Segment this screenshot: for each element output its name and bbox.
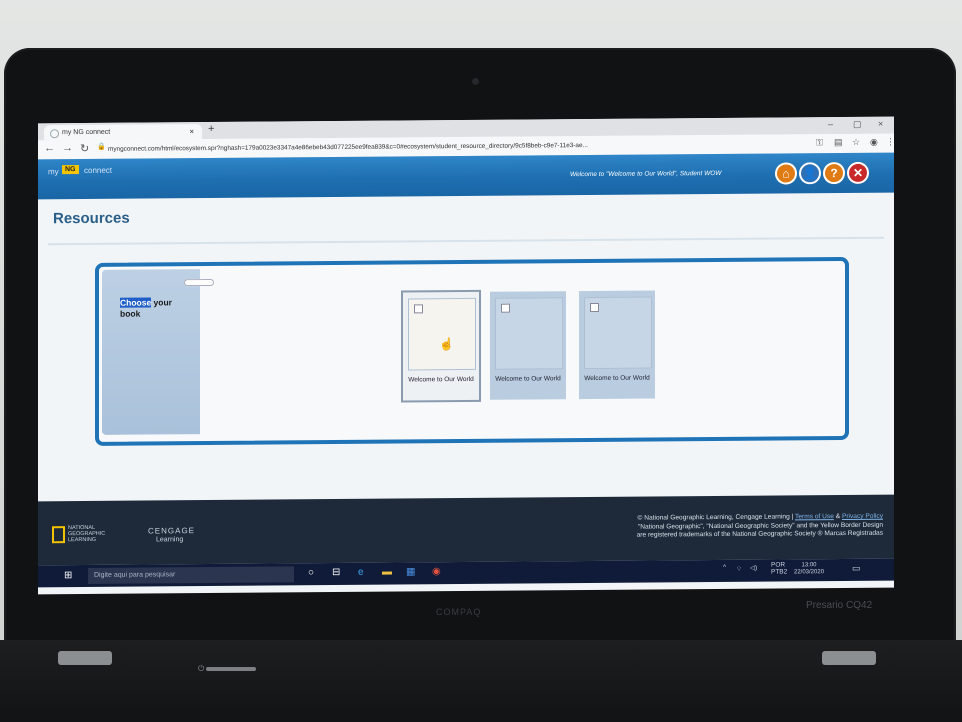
network-icon[interactable]: ⌔ <box>736 564 742 573</box>
logo-ng: NG <box>62 165 79 175</box>
legal-line-3: are registered trademarks of the Nationa… <box>636 529 883 539</box>
legal-text: © National Geographic Learning, Cengage … <box>523 513 883 541</box>
taskbar-search-input[interactable]: Digite aqui para pesquisar <box>88 566 294 584</box>
broken-image-icon <box>414 304 423 314</box>
book-cover <box>584 296 652 370</box>
ng-yellow-border-logo <box>52 526 65 544</box>
notifications-icon[interactable]: ▭ <box>852 563 861 574</box>
windows-start-icon[interactable]: ⊞ <box>64 570 72 581</box>
minimize-button[interactable]: – <box>828 119 833 129</box>
language-indicator[interactable]: POR PTB2 <box>771 561 787 575</box>
clock-date: 22/03/2020 <box>794 569 825 576</box>
file-explorer-icon[interactable]: ▬ <box>382 567 392 578</box>
hinge-right <box>822 651 876 665</box>
book-cover: ☝ <box>408 297 476 371</box>
tab-close-icon[interactable]: × <box>189 124 194 139</box>
back-arrow-icon[interactable]: ← <box>44 142 55 154</box>
broken-image-icon <box>501 303 510 313</box>
power-icon: ⏻ <box>198 664 205 673</box>
url-field[interactable]: myngconnect.com/html/ecosystem.spr?nghas… <box>108 137 808 155</box>
tab-favicon-icon <box>50 129 59 139</box>
choose-book-label: Choose your book <box>120 297 190 320</box>
legal-line-1: © National Geographic Learning, Cengage … <box>637 513 794 522</box>
laptop-base <box>0 640 962 722</box>
hand-cursor-icon: ☝ <box>439 337 454 352</box>
book-chooser-panel: Choose your book ☝ Welcome to Our World … <box>95 256 849 446</box>
help-icon[interactable]: ? <box>823 162 845 185</box>
legal-line-2: "National Geographic", "National Geograp… <box>637 521 883 531</box>
book-cover <box>495 297 563 370</box>
bookmark-star-icon[interactable]: ☆ <box>852 137 860 148</box>
language-sub: PTB2 <box>771 568 788 576</box>
title-divider <box>48 236 884 246</box>
hinge-left <box>58 651 112 665</box>
logo-my: my <box>48 167 59 177</box>
sidebar-toggle-handle[interactable] <box>184 278 214 287</box>
book-label: Welcome to Our World <box>495 375 561 383</box>
terms-of-use-link[interactable]: Terms of Use <box>795 513 834 520</box>
cengage-logo-sub: Learning <box>156 536 184 544</box>
book-card-1[interactable]: ☝ Welcome to Our World <box>401 289 481 403</box>
chrome-icon[interactable]: ◉ <box>432 566 441 577</box>
legal-amp: & <box>833 513 842 521</box>
search-placeholder: Digite aqui para pesquisar <box>94 571 176 579</box>
laptop-model-label: Presario CQ42 <box>806 600 873 611</box>
tab-title: my NG connect <box>62 128 111 137</box>
task-view-icon[interactable]: ⊟ <box>332 567 340 578</box>
webcam <box>472 78 479 85</box>
edge-icon[interactable]: e <box>358 567 364 578</box>
book-card-3[interactable]: Welcome to Our World <box>579 290 655 400</box>
power-light <box>206 667 256 671</box>
cortana-icon[interactable]: ○ <box>308 567 314 578</box>
menu-kebab-icon[interactable]: ⋮ <box>886 137 894 148</box>
forward-arrow-icon[interactable]: → <box>62 142 73 154</box>
taskbar-clock[interactable]: 13:00 22/03/2020 <box>794 562 824 576</box>
lock-icon: 🔒 <box>97 143 106 151</box>
book-label: Welcome to Our World <box>584 374 650 383</box>
word-icon[interactable]: ▦ <box>406 566 415 577</box>
broken-image-icon <box>590 302 599 313</box>
book-label: Welcome to Our World <box>408 375 474 384</box>
screen: my NG connect × + – ▢ × ← → ↻ 🔒 myngconn… <box>38 116 894 595</box>
extension-icon[interactable]: ▤ <box>834 137 843 148</box>
book-card-2[interactable]: Welcome to Our World <box>490 291 566 400</box>
panel-sidebar: Choose your book <box>102 269 214 435</box>
ng-logo-text: NATIONAL GEOGRAPHIC LEARNING <box>68 524 106 544</box>
reload-icon[interactable]: ↻ <box>80 142 89 155</box>
laptop-brand-label: COMPAQ <box>436 607 482 617</box>
welcome-text: Welcome to "Welcome to Our World", Stude… <box>570 169 722 179</box>
page-title: Resources <box>53 209 130 228</box>
browser-tab[interactable]: my NG connect × <box>44 124 202 141</box>
maximize-button[interactable]: ▢ <box>853 119 862 130</box>
tray-chevron-icon[interactable]: ^ <box>723 564 726 571</box>
volume-icon[interactable]: ◁) <box>750 564 757 572</box>
window-close-button[interactable]: × <box>878 119 883 129</box>
cengage-logo: CENGAGE <box>148 526 196 536</box>
close-icon[interactable]: ✕ <box>847 161 869 185</box>
logo-connect: connect <box>84 165 113 176</box>
home-icon[interactable]: ⌂ <box>775 162 797 185</box>
privacy-policy-link[interactable]: Privacy Policy <box>842 513 883 520</box>
new-tab-button[interactable]: + <box>208 123 214 135</box>
app-header: my NG connect Welcome to "Welcome to Our… <box>38 152 894 200</box>
site-footer: NATIONAL GEOGRAPHIC LEARNING CENGAGE Lea… <box>38 494 894 566</box>
key-icon[interactable]: ⚿ <box>816 137 823 148</box>
choose-highlight: Choose <box>120 297 152 308</box>
user-icon[interactable]: 👤 <box>799 162 821 185</box>
profile-icon[interactable]: ◉ <box>870 137 878 148</box>
clock-time: 13:00 <box>801 562 817 569</box>
